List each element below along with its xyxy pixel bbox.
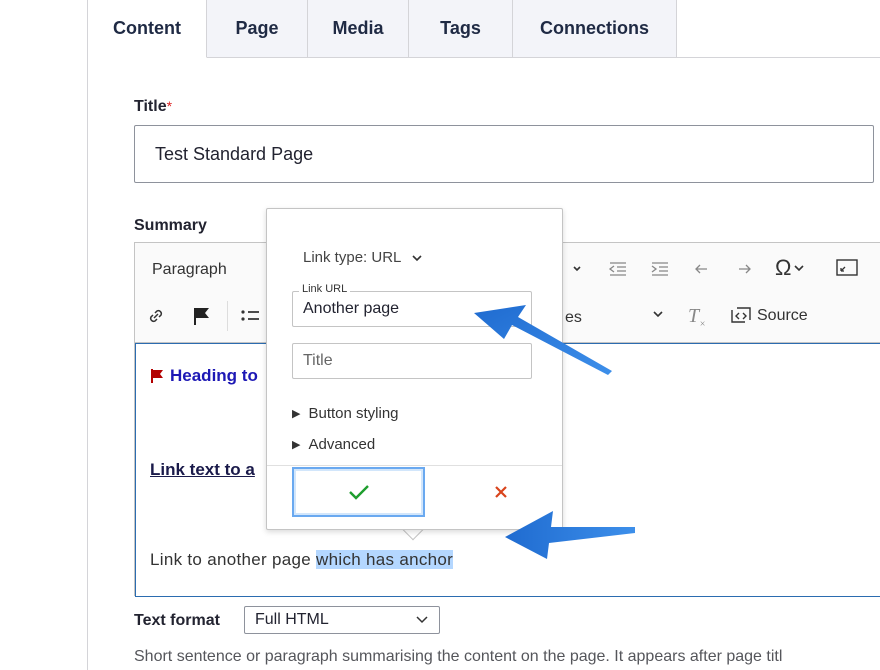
summary-label: Summary	[134, 217, 207, 234]
triangle-right-icon: ▶	[292, 439, 301, 451]
undo-button[interactable]	[694, 259, 714, 279]
content-heading: Heading to	[150, 366, 258, 386]
link-type-dropdown[interactable]: Link type: URL	[303, 249, 423, 266]
tab-content[interactable]: Content	[88, 0, 207, 58]
tab-tags[interactable]: Tags	[409, 0, 513, 58]
special-characters-button[interactable]: Ω	[775, 255, 807, 281]
text-format-label: Text format	[134, 612, 220, 629]
text-format-select[interactable]: Full HTML	[244, 606, 440, 634]
close-icon	[494, 486, 507, 498]
save-link-button[interactable]	[292, 467, 425, 517]
tab-connections[interactable]: Connections	[513, 0, 677, 58]
advanced-toggle[interactable]: ▶ Advanced	[292, 436, 375, 453]
anchor-button[interactable]	[191, 305, 213, 327]
chevron-down-icon	[653, 311, 663, 318]
styles-dropdown-toggle[interactable]	[650, 307, 666, 321]
remove-format-button[interactable]: T×	[688, 305, 706, 330]
title-input[interactable]: Test Standard Page	[134, 125, 874, 183]
tab-bar: Content Page Media Tags Connections	[88, 0, 677, 58]
paragraph-dropdown[interactable]: Paragraph	[152, 261, 227, 279]
tab-page[interactable]: Page	[207, 0, 308, 58]
fullscreen-icon	[836, 259, 858, 276]
link-url-label: Link URL	[299, 283, 351, 295]
checkmark-icon	[348, 485, 369, 500]
chevron-down-icon	[412, 254, 422, 261]
tab-bar-filler	[677, 0, 880, 58]
redo-icon	[739, 264, 751, 274]
fullscreen-button[interactable]	[835, 257, 859, 279]
list-style-dropdown[interactable]	[560, 259, 582, 279]
popup-divider	[267, 465, 562, 466]
chevron-down-icon	[794, 265, 805, 272]
link-icon	[149, 309, 163, 323]
triangle-right-icon: ▶	[292, 408, 301, 420]
flag-icon	[194, 308, 209, 325]
chevron-down-icon	[416, 616, 428, 624]
selected-text: which has anchor	[316, 550, 454, 569]
annotation-arrow-2	[505, 511, 635, 559]
bulleted-list-button[interactable]	[239, 305, 261, 327]
indent-button[interactable]	[650, 259, 670, 279]
bulleted-list-icon	[241, 310, 259, 321]
anchor-flag-icon	[151, 369, 163, 383]
source-code-icon	[731, 307, 751, 323]
redo-button[interactable]	[732, 259, 752, 279]
content-paragraph: Link to another page which has anchor	[150, 550, 454, 569]
field-description: Short sentence or paragraph summarising …	[134, 648, 783, 665]
title-label: Title*	[134, 98, 173, 115]
outdent-button[interactable]	[608, 259, 628, 279]
annotation-arrow-1	[474, 305, 612, 375]
indent-icon	[651, 262, 668, 276]
toolbar-separator	[227, 301, 228, 331]
outdent-icon	[608, 262, 626, 276]
tab-media[interactable]: Media	[308, 0, 409, 58]
link-button[interactable]	[145, 305, 167, 327]
source-button[interactable]: Source	[729, 305, 808, 327]
chevron-down-icon	[573, 266, 581, 272]
button-styling-toggle[interactable]: ▶ Button styling	[292, 405, 399, 422]
omega-icon: Ω	[775, 255, 792, 280]
required-mark: *	[166, 98, 173, 114]
undo-icon	[695, 264, 707, 274]
remove-format-icon: T×	[688, 305, 706, 330]
content-link-text[interactable]: Link text to a	[150, 460, 255, 480]
